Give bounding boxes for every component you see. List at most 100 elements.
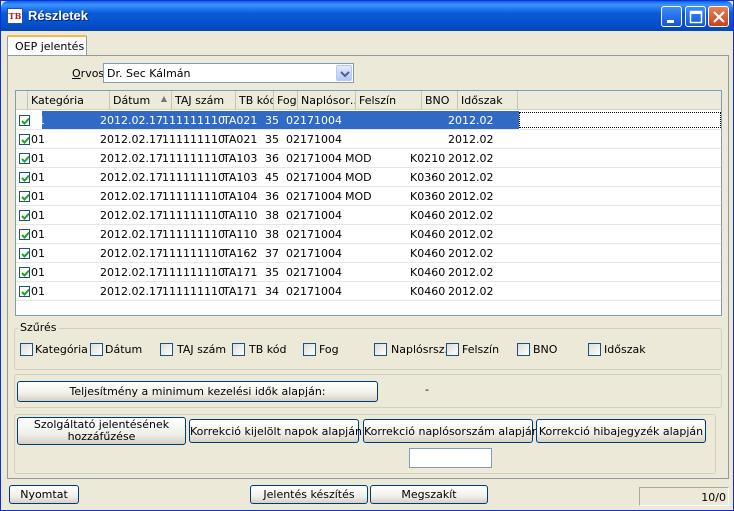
table-row[interactable]: 01 2012.02.17 111111110 TA110 38 02171004 K046… bbox=[16, 206, 721, 225]
table-row[interactable]: 01 2012.02.17 111111110 TA171 35 02171004 K046… bbox=[16, 263, 721, 282]
correction-selected-days-button[interactable]: Korrekció kijelölt napok alapján bbox=[189, 419, 362, 443]
tab-oep-jelentes[interactable]: OEP jelentés bbox=[7, 35, 87, 56]
row-checkbox[interactable] bbox=[19, 248, 30, 259]
filter-checkbox[interactable] bbox=[446, 343, 459, 356]
filter-checkbox[interactable] bbox=[160, 343, 173, 356]
cancel-button[interactable]: Megszakít bbox=[370, 485, 488, 504]
table-row[interactable]: 01 2012.02.17 111111110 TA021 35 02171004 2012… bbox=[16, 130, 721, 149]
checkmark-icon bbox=[21, 174, 30, 182]
cell-bno: K0460 bbox=[410, 285, 446, 298]
cell-taj: 111111110 bbox=[162, 171, 225, 184]
cell-bno: K0360 bbox=[410, 171, 446, 184]
details-grid[interactable]: Kategória Dátum ▲ TAJ szám TB kód Fog Nap… bbox=[15, 90, 722, 316]
filter-label: TAJ szám bbox=[177, 343, 227, 356]
filter-checkbox[interactable] bbox=[303, 343, 316, 356]
performance-button[interactable]: Teljesítmény a minimum kezelési idők ala… bbox=[17, 381, 378, 402]
create-report-button[interactable]: Jelentés készítés bbox=[250, 485, 368, 504]
cell-bno: K0460 bbox=[410, 266, 446, 279]
column-header[interactable]: TB kód bbox=[236, 91, 274, 110]
minimize-button[interactable] bbox=[661, 6, 682, 27]
row-checkbox[interactable] bbox=[19, 153, 30, 164]
row-checkbox[interactable] bbox=[19, 172, 30, 183]
cell-naplo: 02171004 bbox=[286, 228, 342, 241]
cell-idoszak: 2012.02 bbox=[448, 133, 494, 146]
filter-checkbox[interactable] bbox=[588, 343, 601, 356]
table-row[interactable]: 01 2012.02.17 111111110 TA104 36 02171004 MOD K… bbox=[16, 187, 721, 206]
filter-checkbox[interactable] bbox=[374, 343, 387, 356]
print-button[interactable]: Nyomtat bbox=[9, 485, 79, 504]
table-row[interactable]: 01 2012.02.17 111111110 TA162 37 02171004 K046… bbox=[16, 244, 721, 263]
append-provider-report-button[interactable]: Szolgáltató jelentésének hozzáfűzése bbox=[17, 417, 186, 445]
details-window: TB Részletek OEP jelentés Orvos Dr. Sec … bbox=[0, 0, 734, 511]
cell-taj: 111111110 bbox=[162, 152, 225, 165]
cell-naplo: 02171004 bbox=[286, 152, 342, 165]
cell-naplo: 02171004 bbox=[286, 190, 342, 203]
cell-idoszak: 2012.02 bbox=[448, 152, 494, 165]
cell-naplo: 02171004 bbox=[286, 133, 342, 146]
doctor-select[interactable]: Dr. Sec Kálmán bbox=[103, 63, 354, 83]
cell-naplo: 02171004 bbox=[286, 247, 342, 260]
cell-tb: TA021 bbox=[223, 114, 258, 127]
cell-fog: 35 bbox=[265, 114, 279, 127]
column-header[interactable]: Kategória bbox=[28, 91, 110, 110]
row-checkbox[interactable] bbox=[19, 229, 30, 240]
row-checkbox[interactable] bbox=[19, 115, 30, 126]
cell-fog: 36 bbox=[265, 190, 279, 203]
cell-naplo: 02171004 bbox=[286, 114, 342, 127]
checkmark-icon bbox=[21, 288, 30, 296]
chevron-down-icon[interactable] bbox=[336, 65, 352, 81]
close-icon bbox=[713, 11, 725, 23]
maximize-icon bbox=[689, 10, 703, 24]
correction-error-list-button[interactable]: Korrekció hibajegyzék alapján bbox=[536, 419, 706, 443]
filter-label: Fog bbox=[319, 343, 339, 356]
cell-datum: 2012.02.17 bbox=[100, 190, 163, 203]
row-checkbox[interactable] bbox=[19, 267, 30, 278]
title-bar[interactable]: TB Részletek bbox=[1, 1, 733, 31]
row-checkbox[interactable] bbox=[19, 134, 30, 145]
correction-log-number-label: Korrekció naplósorszám alapján bbox=[364, 425, 539, 438]
doctor-select-value: Dr. Sec Kálmán bbox=[107, 67, 191, 80]
cell-idoszak: 2012.02 bbox=[448, 285, 494, 298]
performance-button-label: Teljesítmény a minimum kezelési idők ala… bbox=[69, 385, 326, 398]
cell-fog: 35 bbox=[265, 266, 279, 279]
table-row[interactable]: 01 2012.02.17 111111110 TA103 36 02171004 MOD K… bbox=[16, 149, 721, 168]
cell-tb: TA021 bbox=[223, 133, 258, 146]
cell-kategoria: 01 bbox=[31, 266, 45, 279]
filter-checkbox[interactable] bbox=[20, 343, 33, 356]
cell-tb: TA110 bbox=[223, 209, 258, 222]
window-title: Részletek bbox=[28, 8, 88, 23]
table-row[interactable]: 01 2012.02.17 111111110 TA110 38 02171004 K046… bbox=[16, 225, 721, 244]
correction-input[interactable] bbox=[409, 448, 492, 468]
cell-tb: TA110 bbox=[223, 228, 258, 241]
row-checkbox[interactable] bbox=[19, 210, 30, 221]
close-button[interactable] bbox=[708, 6, 729, 27]
maximize-button[interactable] bbox=[685, 6, 706, 27]
column-header[interactable]: BNO bbox=[422, 91, 458, 110]
checkmark-icon bbox=[21, 231, 30, 239]
table-row[interactable]: 01 2012.02.17 111111110 TA171 34 02171004 K046… bbox=[16, 282, 721, 301]
filter-checkbox[interactable] bbox=[90, 343, 103, 356]
column-header[interactable]: Naplósor… bbox=[298, 91, 356, 110]
column-header-date[interactable]: Dátum ▲ bbox=[110, 91, 172, 110]
status-text: 10/0 bbox=[701, 491, 726, 504]
table-row[interactable]: 01 2012.02.17 111111110 TA103 45 02171004 MOD K… bbox=[16, 168, 721, 187]
cell-naplo: 02171004 bbox=[286, 171, 342, 184]
correction-log-number-button[interactable]: Korrekció naplósorszám alapján bbox=[363, 419, 539, 443]
row-focus-rect bbox=[519, 112, 721, 128]
column-header[interactable]: Fog bbox=[274, 91, 298, 110]
cell-felszin: MOD bbox=[345, 152, 372, 165]
cell-datum: 2012.02.17 bbox=[100, 171, 163, 184]
column-header[interactable]: Felszín bbox=[356, 91, 422, 110]
cell-idoszak: 2012.02 bbox=[448, 228, 494, 241]
cell-datum: 2012.02.17 bbox=[100, 114, 163, 127]
column-header[interactable]: Időszak bbox=[458, 91, 518, 110]
filter-checkbox[interactable] bbox=[517, 343, 530, 356]
filter-checkbox[interactable] bbox=[232, 343, 245, 356]
row-checkbox[interactable] bbox=[19, 191, 30, 202]
table-row[interactable]: 01 2012.02.17 111111110 TA021 35 02171004 2012… bbox=[16, 111, 721, 130]
column-header[interactable]: TAJ szám bbox=[172, 91, 236, 110]
cell-bno: K0210 bbox=[410, 152, 446, 165]
cell-tb: TA171 bbox=[223, 266, 258, 279]
checkmark-icon bbox=[21, 155, 30, 163]
row-checkbox[interactable] bbox=[19, 286, 30, 297]
